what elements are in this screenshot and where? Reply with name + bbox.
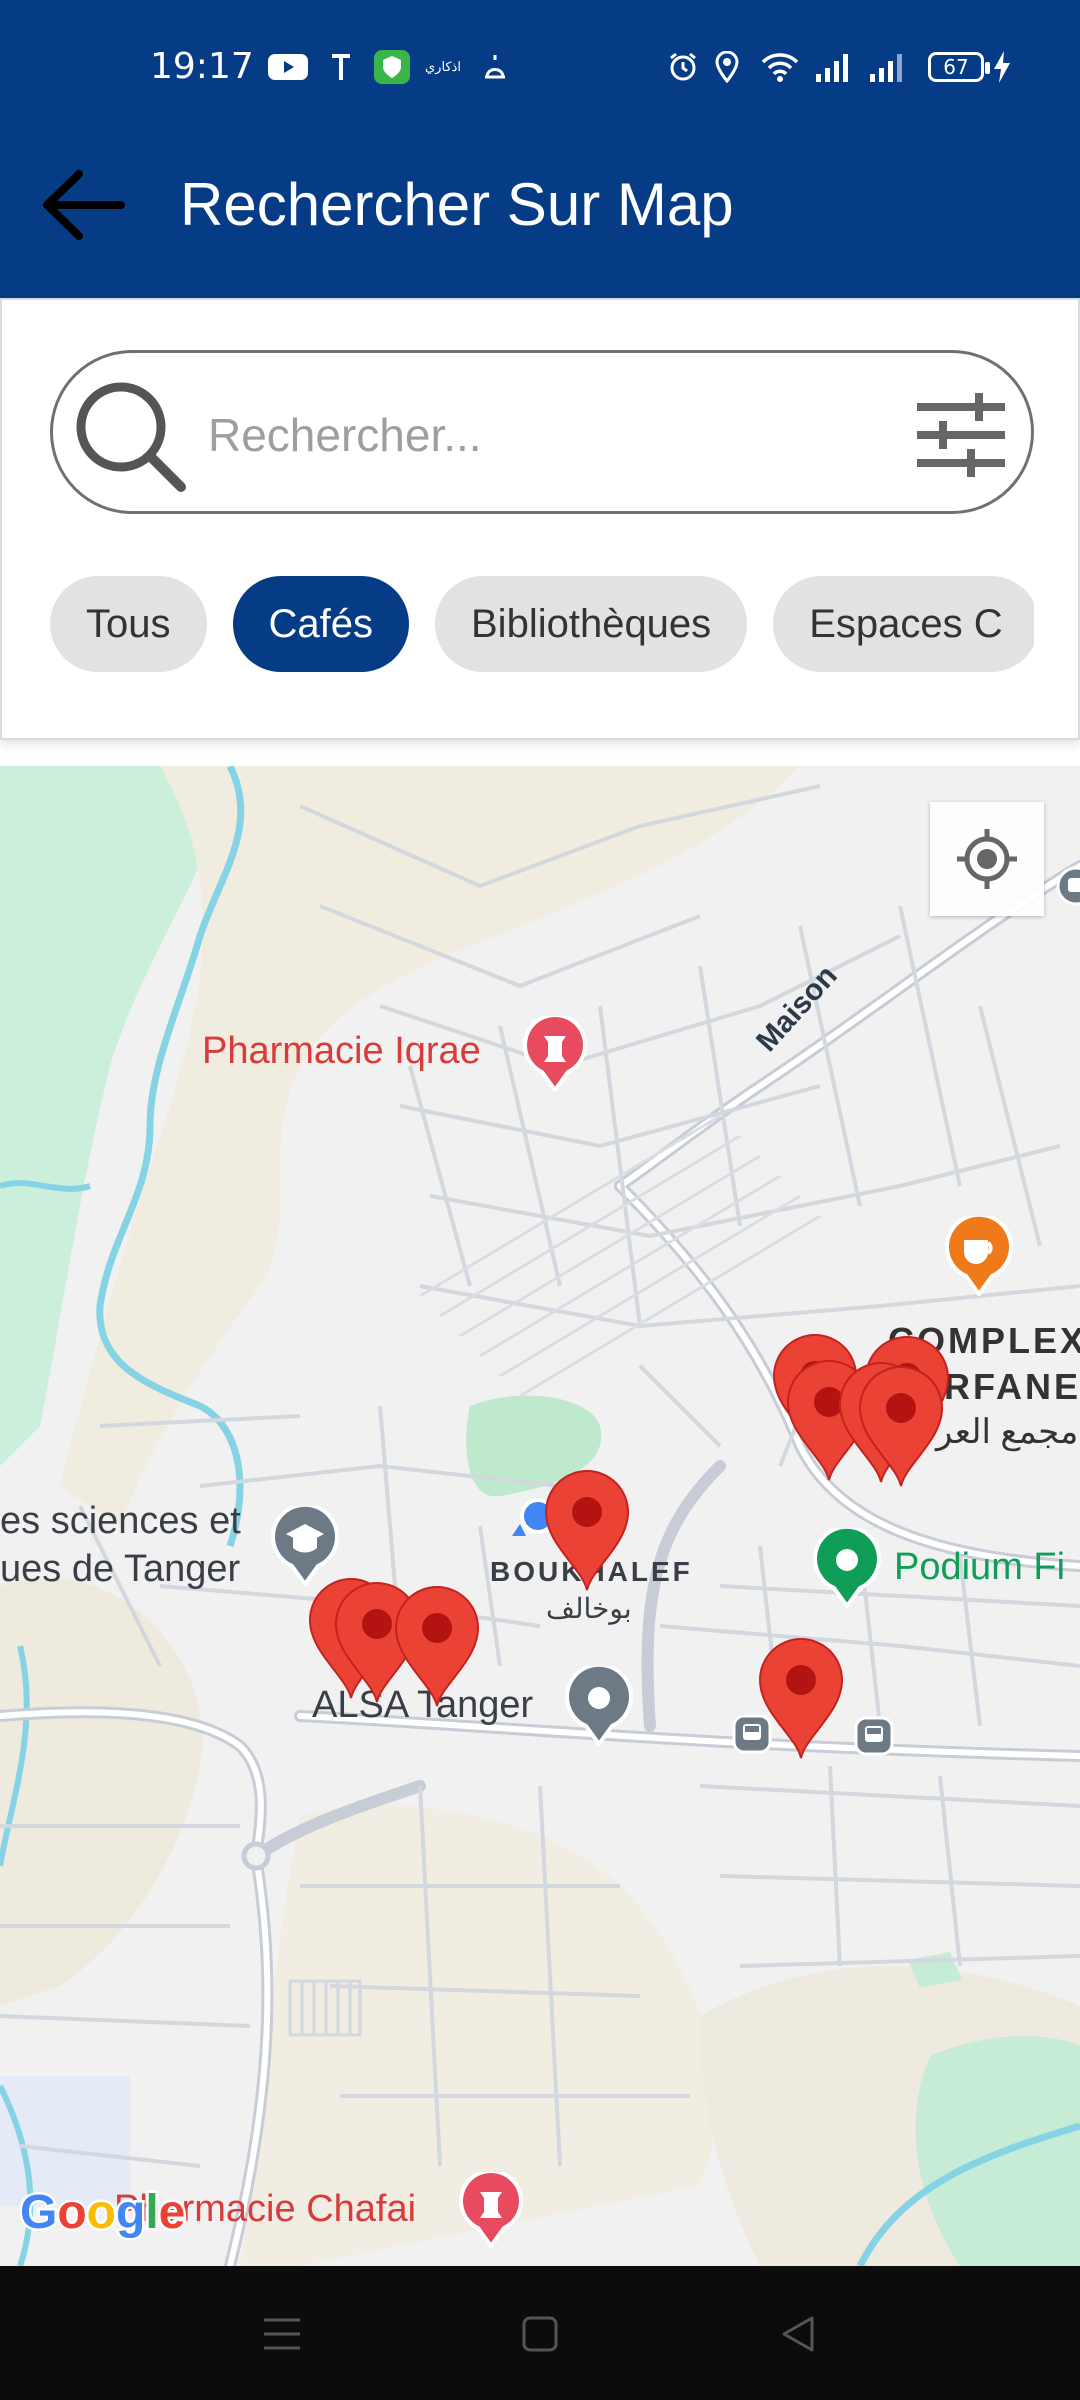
cafe-marker[interactable] [542, 1468, 632, 1592]
poi-label-complex-line2[interactable]: RFANE [944, 1366, 1080, 1408]
crosshair-icon [957, 829, 1017, 889]
battery-indicator: 67 [928, 52, 990, 82]
system-back-button[interactable] [766, 2302, 830, 2366]
menu-icon [264, 2318, 300, 2350]
transit-poi-icon[interactable] [564, 1662, 634, 1748]
triangle-back-icon [782, 2316, 814, 2352]
status-time: 19:17 [150, 46, 254, 87]
youtube-icon [268, 50, 308, 84]
back-button[interactable] [38, 160, 128, 250]
app-header: 19:17 اذكاري 67 Rechercher Sur Map [0, 0, 1080, 298]
poi-label-sciences-line2[interactable]: ues de Tanger [0, 1548, 240, 1591]
cafe-marker[interactable] [392, 1584, 482, 1708]
charging-icon [990, 50, 1014, 84]
recent-apps-button[interactable] [250, 2302, 314, 2366]
google-wordmark: Google [18, 2184, 188, 2242]
pharmacy-icon[interactable] [458, 2168, 524, 2250]
search-bar[interactable] [50, 350, 1034, 514]
arrow-left-icon [43, 170, 125, 240]
bus-stop-icon[interactable] [1056, 866, 1080, 906]
podium-poi-icon[interactable] [812, 1524, 882, 1610]
lamp-icon [478, 50, 512, 84]
chip-bibliotheques[interactable]: Bibliothèques [435, 576, 748, 672]
system-nav-bar [0, 2266, 1080, 2400]
signal-2-icon [868, 50, 908, 84]
signal-icon [814, 50, 854, 84]
cafe-icon[interactable] [944, 1212, 1014, 1298]
school-icon[interactable] [270, 1502, 340, 1588]
square-home-icon [522, 2316, 558, 2352]
sliders-icon[interactable] [911, 385, 1011, 485]
area-label-boukhalef-arabic: بوخالف [546, 1593, 632, 1624]
poi-label-complex-arabic[interactable]: مجمع العر [936, 1412, 1078, 1452]
alarm-icon [666, 50, 700, 84]
wifi-icon [758, 50, 802, 84]
search-icon [76, 382, 186, 492]
home-button[interactable] [508, 2302, 572, 2366]
pharmacy-icon[interactable] [522, 1012, 588, 1094]
bus-stop-icon[interactable] [854, 1716, 894, 1756]
my-location-button[interactable] [930, 802, 1044, 916]
status-bar: 19:17 اذكاري 67 [0, 0, 1080, 130]
cafe-marker[interactable] [856, 1364, 946, 1488]
page-title: Rechercher Sur Map [180, 171, 734, 238]
search-panel: Tous Cafés Bibliothèques Espaces C [0, 298, 1080, 740]
chip-cafes[interactable]: Cafés [232, 576, 409, 672]
category-filter-chips: Tous Cafés Bibliothèques Espaces C [50, 576, 1034, 672]
t-app-icon [330, 50, 352, 84]
poi-label-podium[interactable]: Podium Fi [894, 1546, 1065, 1589]
map-view[interactable]: Pharmacie Iqrae Maison COMPLEX RFANE مجم… [0, 766, 1080, 2266]
poi-label-sciences-line1[interactable]: es sciences et [0, 1500, 241, 1543]
cafe-marker[interactable] [756, 1636, 846, 1760]
poi-label-pharmacie-iqrae[interactable]: Pharmacie Iqrae [202, 1030, 481, 1073]
chip-espaces[interactable]: Espaces C [773, 576, 1034, 672]
search-input[interactable] [208, 393, 908, 477]
chip-tous[interactable]: Tous [50, 576, 207, 672]
location-icon [712, 50, 742, 84]
google-logo: Google [18, 2184, 190, 2251]
svg-text:Google: Google [20, 2186, 185, 2239]
notification-text: اذكاري [425, 59, 462, 74]
shield-app-icon [374, 50, 410, 84]
